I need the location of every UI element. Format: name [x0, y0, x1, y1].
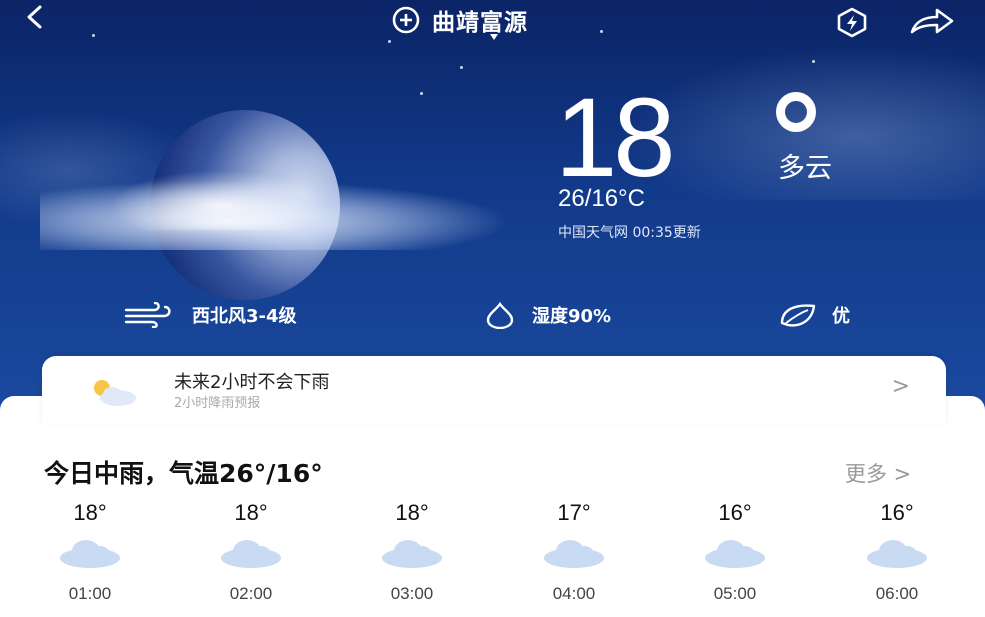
hour-time: 03:00 [390, 584, 434, 603]
share-button[interactable] [906, 6, 954, 38]
rain-forecast-subtitle: 2小时降雨预报 [174, 396, 261, 411]
theme-button[interactable] [832, 6, 872, 38]
star [420, 92, 423, 95]
hour-item[interactable]: 18° 03:00 [367, 500, 457, 604]
location-selector[interactable]: 曲靖富源 [390, 4, 528, 36]
cloud-icon [60, 540, 120, 568]
hour-temperature: 18° [395, 500, 429, 525]
air-quality-label: 优 [832, 306, 850, 327]
hour-item[interactable]: 18° 02:00 [206, 500, 296, 604]
wind-icon [124, 302, 171, 328]
hour-item[interactable]: 16° 05:00 [690, 500, 780, 604]
chevron-right-icon: > [891, 374, 910, 399]
share-arrow-icon [910, 8, 954, 34]
hour-time: 05:00 [713, 584, 757, 603]
humidity-metric[interactable]: 湿度90% [482, 298, 611, 332]
rain-forecast-card[interactable]: 未来2小时不会下雨 2小时降雨预报 > [42, 356, 946, 424]
temperature-range: 26/16°C [558, 185, 645, 212]
hour-time: 04:00 [552, 584, 596, 603]
hour-item[interactable]: 17° 04:00 [529, 500, 619, 604]
weather-metrics: 西北风3-4级 湿度90% 优 [0, 298, 985, 332]
moon-cloud-illustration [110, 170, 330, 230]
humidity-label: 湿度90% [532, 306, 612, 327]
today-summary: 今日中雨，气温26°/16° [44, 459, 323, 488]
hour-temperature: 18° [73, 500, 107, 525]
hour-temperature: 16° [718, 500, 752, 525]
location-dropdown-indicator [490, 34, 498, 40]
hour-temperature: 16° [880, 500, 914, 525]
star [460, 66, 463, 69]
current-temperature: 18 [555, 75, 676, 200]
cloud-icon [382, 540, 442, 568]
wind-label: 西北风3-4级 [192, 306, 297, 327]
chevron-left-icon [27, 5, 42, 29]
air-quality-metric[interactable]: 优 [778, 298, 850, 332]
degree-symbol [776, 92, 816, 132]
back-button[interactable] [22, 4, 62, 38]
hour-item[interactable]: 16° 06:00 [852, 500, 942, 604]
hourly-forecast: 18° 01:00 18° 02:00 18° 03:00 17° 04:00 … [0, 500, 985, 610]
hour-temperature: 17° [557, 500, 591, 525]
cloud-icon [705, 540, 765, 568]
partly-cloudy-icon [94, 380, 136, 406]
hour-time: 06:00 [875, 584, 919, 603]
top-bar: 曲靖富源 [0, 0, 985, 44]
wind-metric[interactable]: 西北风3-4级 [124, 298, 297, 332]
leaf-icon [780, 304, 816, 327]
update-source: 中国天气网 00:35更新 [558, 225, 701, 241]
hour-time: 01:00 [68, 584, 112, 603]
more-link[interactable]: 更多 > [845, 458, 911, 488]
cloud-icon [544, 540, 604, 568]
cloud-icon [867, 540, 927, 568]
cloud-icon [221, 540, 281, 568]
droplet-icon [486, 301, 514, 329]
location-name: 曲靖富源 [432, 10, 528, 36]
rain-forecast-title: 未来2小时不会下雨 [174, 372, 330, 393]
hour-time: 02:00 [229, 584, 273, 603]
current-condition: 多云 [778, 153, 832, 184]
hour-temperature: 18° [234, 500, 268, 525]
hour-item[interactable]: 18° 01:00 [45, 500, 135, 604]
star [812, 60, 815, 63]
hexagon-bolt-icon [837, 7, 867, 38]
add-location-icon [392, 6, 420, 34]
